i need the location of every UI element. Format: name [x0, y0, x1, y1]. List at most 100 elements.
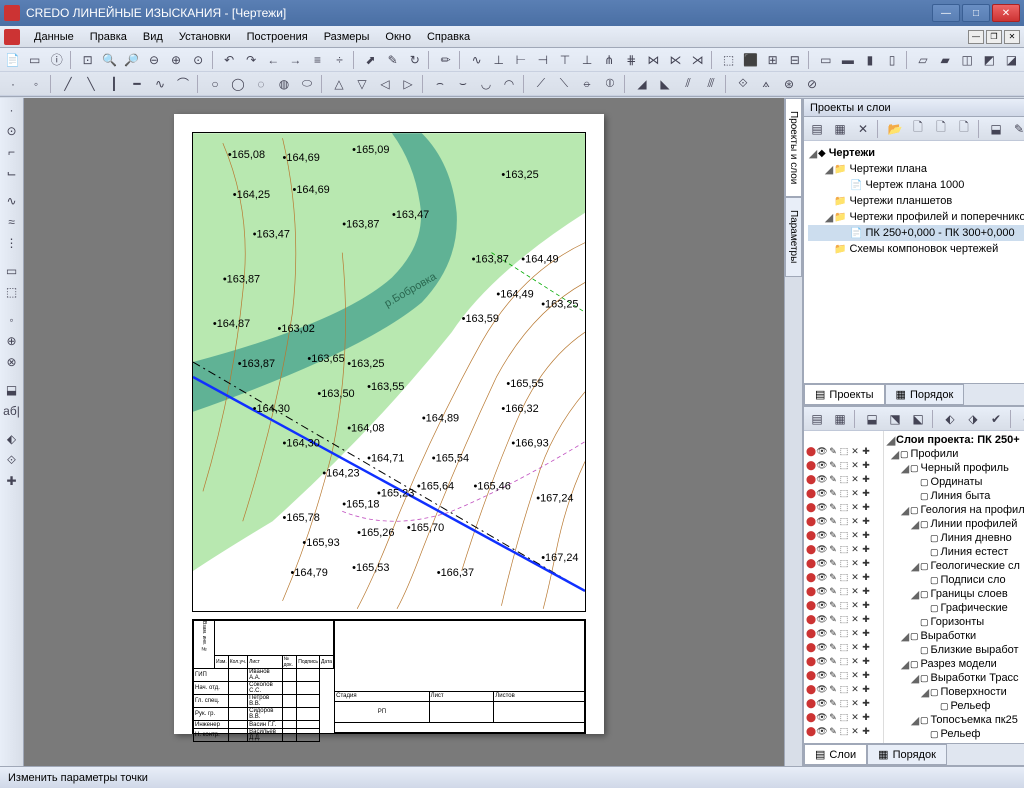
layer-flag[interactable]: ✎	[828, 655, 838, 667]
tool-⦶[interactable]: ⦶	[599, 74, 621, 94]
layer-flag[interactable]: ⬤	[806, 599, 816, 611]
layer-flag[interactable]: ⬚	[839, 487, 849, 499]
tool-━[interactable]: ━	[126, 74, 148, 94]
ltool-·[interactable]: ·	[2, 100, 22, 120]
layer-flag[interactable]: ⬤	[806, 459, 816, 471]
menu-справка[interactable]: Справка	[419, 29, 478, 45]
tool-⫽[interactable]: ⫽	[677, 74, 699, 94]
btab-layers[interactable]: ▤Слои	[804, 744, 867, 765]
layer-flag[interactable]: ✚	[861, 529, 871, 541]
tool-↷[interactable]: ↷	[241, 50, 262, 70]
layer-flag[interactable]: ✕	[850, 655, 860, 667]
layer-flag[interactable]: ✕	[850, 557, 860, 569]
layer-item[interactable]: ▢Горизонты	[886, 615, 1024, 629]
layer-flag[interactable]: ⬚	[839, 501, 849, 513]
layer-item[interactable]: ◢▢Топосъемка пк25	[886, 713, 1024, 727]
layer-flag[interactable]: ⬤	[806, 543, 816, 555]
layer-flag[interactable]: ✎	[828, 613, 838, 625]
layer-flag[interactable]: 👁	[817, 683, 827, 695]
ltool-⊕[interactable]: ⊕	[2, 331, 22, 351]
tool-✎[interactable]: ✎	[382, 50, 403, 70]
layer-flag[interactable]: ✕	[850, 711, 860, 723]
tool-▱[interactable]: ▱	[912, 50, 933, 70]
layer-item[interactable]: ▢Линия быта	[886, 489, 1024, 503]
tool-⬓[interactable]: ⬓	[985, 119, 1007, 139]
tool-⟑[interactable]: ⟑	[755, 74, 777, 94]
layer-flag[interactable]: ⬤	[806, 613, 816, 625]
tool-▦[interactable]: ▦	[829, 409, 851, 429]
layer-item[interactable]: ▢Ординаты	[886, 475, 1024, 489]
layer-flag[interactable]: ✎	[828, 641, 838, 653]
layer-flag[interactable]: ✚	[861, 459, 871, 471]
tool-⟐[interactable]: ⟐	[732, 74, 754, 94]
layer-flag[interactable]: ⬚	[839, 585, 849, 597]
tool-◫[interactable]: ◫	[957, 50, 978, 70]
layer-flag[interactable]: 👁	[817, 557, 827, 569]
tool-🔍[interactable]: 🔍	[99, 50, 120, 70]
tool-▰[interactable]: ▰	[935, 50, 956, 70]
tool-→[interactable]: →	[285, 50, 306, 70]
layer-flag[interactable]: ✚	[861, 655, 871, 667]
layer-flag[interactable]: ✚	[861, 501, 871, 513]
layer-flag[interactable]: ⬚	[839, 557, 849, 569]
layer-flag[interactable]: ✕	[850, 599, 860, 611]
tool-◩[interactable]: ◩	[979, 50, 1000, 70]
btab-layers-order[interactable]: ▦Порядок	[867, 744, 947, 765]
layer-flag[interactable]: ⬚	[839, 473, 849, 485]
layer-item[interactable]: ◢▢Линии профилей	[886, 517, 1024, 531]
tool-◍[interactable]: ◍	[273, 74, 295, 94]
layer-flag[interactable]: ✎	[828, 459, 838, 471]
layer-item[interactable]: ▢Близкие выработ	[886, 643, 1024, 657]
layer-flag[interactable]: ✚	[861, 683, 871, 695]
btab-projects[interactable]: ▤Проекты	[804, 384, 885, 405]
layer-flag[interactable]: 👁	[817, 697, 827, 709]
mdi-close[interactable]: ✕	[1004, 30, 1020, 44]
layer-item[interactable]: ▢Рельеф	[886, 727, 1024, 741]
tool-⟋[interactable]: ⟋	[530, 74, 552, 94]
tool-⦵[interactable]: ⦵	[576, 74, 598, 94]
layer-flag[interactable]: ⬤	[806, 529, 816, 541]
tree-item[interactable]: ◢◆Чертежи	[808, 145, 1024, 161]
tool-○[interactable]: ○	[204, 74, 226, 94]
layer-flag[interactable]: ✕	[850, 515, 860, 527]
tool-⋔[interactable]: ⋔	[599, 50, 620, 70]
layer-item[interactable]: ▢Линия естест	[886, 545, 1024, 559]
layer-flag[interactable]: ✎	[828, 473, 838, 485]
tool-🔎[interactable]: 🔎	[121, 50, 142, 70]
layer-flag[interactable]: ✕	[850, 445, 860, 457]
layer-flag[interactable]: ✕	[850, 473, 860, 485]
tool-▯[interactable]: ▯	[881, 50, 902, 70]
ltool-∿[interactable]: ∿	[2, 191, 22, 211]
btab-order[interactable]: ▦Порядок	[885, 384, 965, 405]
layer-flag[interactable]: ✚	[861, 487, 871, 499]
vtab-parameters[interactable]: Параметры	[785, 197, 802, 276]
drawing-canvas[interactable]: р.Бобровка	[24, 98, 784, 766]
layer-flag[interactable]: 👁	[817, 725, 827, 737]
layer-flag[interactable]: ⬤	[806, 627, 816, 639]
tool-▭[interactable]: ▭	[815, 50, 836, 70]
layer-flag[interactable]: ⬚	[839, 529, 849, 541]
tool-⌒[interactable]: ⌒	[172, 74, 194, 94]
menu-окно[interactable]: Окно	[377, 29, 419, 45]
layer-flag[interactable]: ⬚	[839, 445, 849, 457]
tool-⬖[interactable]: ⬖	[939, 409, 961, 429]
layer-flag[interactable]: ⬤	[806, 641, 816, 653]
layer-flag[interactable]: ✎	[828, 571, 838, 583]
tool-✔[interactable]: ✔	[985, 409, 1007, 429]
mdi-restore[interactable]: ❐	[986, 30, 1002, 44]
maximize-button[interactable]: □	[962, 4, 990, 22]
ltool-⬚[interactable]: ⬚	[2, 282, 22, 302]
tool-⊥[interactable]: ⊥	[577, 50, 598, 70]
tool-↻[interactable]: ↻	[404, 50, 425, 70]
menu-правка[interactable]: Правка	[82, 29, 135, 45]
tool-∿[interactable]: ∿	[149, 74, 171, 94]
layer-flag[interactable]: ✕	[850, 627, 860, 639]
tool-⊟[interactable]: ⊟	[784, 50, 805, 70]
layer-flag[interactable]: ✚	[861, 725, 871, 737]
ltool-аб|[interactable]: аб|	[2, 401, 22, 421]
layer-flag[interactable]: ✚	[861, 599, 871, 611]
tool-▤[interactable]: ▤	[806, 409, 828, 429]
menu-установки[interactable]: Установки	[171, 29, 239, 45]
layer-flag[interactable]: ✚	[861, 557, 871, 569]
layer-flag[interactable]: ⬚	[839, 599, 849, 611]
